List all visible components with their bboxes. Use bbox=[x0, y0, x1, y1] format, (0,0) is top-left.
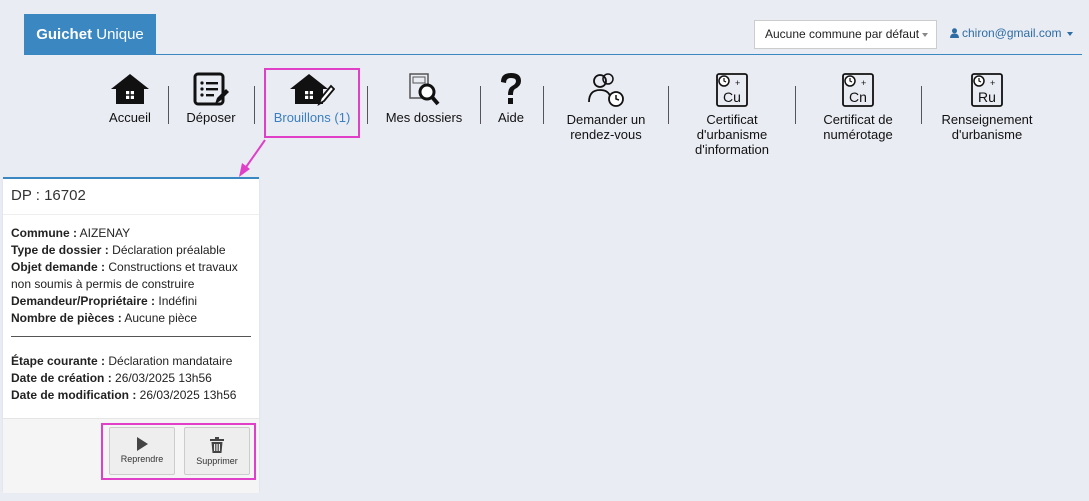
certificate-code: Ru bbox=[978, 89, 996, 105]
creation-row: Date de création : 26/03/2025 13h56 bbox=[11, 370, 251, 387]
nav-separator bbox=[921, 86, 922, 124]
demandeur-value: Indéfini bbox=[155, 294, 198, 308]
certificate-code: + bbox=[861, 78, 866, 88]
nav-label: Mes dossiers bbox=[385, 110, 463, 125]
user-menu[interactable]: chiron@gmail.com bbox=[950, 26, 1073, 40]
commune-select-value: Aucune commune par défaut bbox=[765, 27, 920, 41]
creation-value: 26/03/2025 13h56 bbox=[111, 371, 212, 385]
nav-renseignement-urbanisme[interactable]: + Ru Renseignement d'urbanisme bbox=[934, 72, 1040, 142]
certificate-code: + bbox=[990, 78, 995, 88]
certificate-ru-icon: +Ru bbox=[971, 73, 1003, 107]
type-label: Type de dossier : bbox=[11, 243, 109, 257]
nav-separator bbox=[668, 86, 669, 124]
nav-separator bbox=[480, 86, 481, 124]
nav-certificat-numerotage[interactable]: + Cn Certificat de numérotage bbox=[806, 72, 910, 142]
nav-label: Demander un rendez-vous bbox=[566, 112, 646, 142]
nav-label: Renseignement d'urbanisme bbox=[941, 112, 1033, 142]
commune-row: Commune : AIZENAY bbox=[11, 225, 251, 242]
certificate-code: Cu bbox=[723, 89, 741, 105]
nav-aide[interactable]: Aide bbox=[494, 72, 528, 125]
type-value: Déclaration préalable bbox=[108, 243, 226, 257]
user-email: chiron@gmail.com bbox=[962, 26, 1062, 40]
delete-button[interactable]: Supprimer bbox=[184, 427, 250, 475]
question-icon bbox=[501, 73, 521, 104]
type-row: Type de dossier : Déclaration préalable bbox=[11, 242, 251, 259]
draft-details: Commune : AIZENAY Type de dossier : Décl… bbox=[3, 215, 259, 404]
pieces-label: Nombre de pièces : bbox=[11, 311, 122, 325]
nav-rendez-vous[interactable]: Demander un rendez-vous bbox=[556, 72, 656, 142]
user-icon bbox=[950, 28, 959, 38]
etape-row: Étape courante : Déclaration mandataire bbox=[11, 353, 251, 370]
play-icon bbox=[137, 437, 148, 451]
etape-value: Déclaration mandataire bbox=[105, 354, 233, 368]
certificate-code: + bbox=[735, 78, 740, 88]
nav-separator bbox=[367, 86, 368, 124]
modif-label: Date de modification : bbox=[11, 388, 137, 402]
objet-label: Objet demande : bbox=[11, 260, 106, 274]
delete-label: Supprimer bbox=[196, 456, 238, 466]
nav-label: Aide bbox=[497, 110, 525, 125]
objet-row: Objet demande : Constructions et travaux… bbox=[11, 259, 251, 293]
etape-label: Étape courante : bbox=[11, 354, 106, 368]
chevron-down-icon bbox=[922, 33, 928, 37]
draft-title: DP : 16702 bbox=[3, 179, 259, 215]
resume-button[interactable]: Reprendre bbox=[109, 427, 175, 475]
commune-label: Commune : bbox=[11, 226, 77, 240]
resume-label: Reprendre bbox=[120, 454, 164, 464]
draft-card: DP : 16702 Commune : AIZENAY Type de dos… bbox=[3, 177, 259, 493]
certificate-code: Cn bbox=[849, 89, 867, 105]
pieces-value: Aucune pièce bbox=[121, 311, 198, 325]
commune-value: AIZENAY bbox=[77, 226, 131, 240]
annotation-arrow bbox=[239, 139, 266, 177]
trash-icon bbox=[210, 437, 224, 453]
chevron-down-icon bbox=[1066, 31, 1073, 36]
certificate-cn-icon: +Cn bbox=[842, 73, 874, 107]
nav-label: Certificat d'urbanisme d'information bbox=[694, 112, 770, 157]
demandeur-label: Demandeur/Propriétaire : bbox=[11, 294, 156, 308]
nav-certificat-urbanisme[interactable]: + Cu Certificat d'urbanisme d'information bbox=[678, 72, 786, 157]
modif-row: Date de modification : 26/03/2025 13h56 bbox=[11, 387, 251, 404]
modif-value: 26/03/2025 13h56 bbox=[136, 388, 237, 402]
users-clock-icon bbox=[588, 73, 624, 107]
nav-mes-dossiers[interactable]: Mes dossiers bbox=[380, 72, 468, 125]
folder-search-icon bbox=[409, 73, 440, 106]
card-divider bbox=[11, 336, 251, 337]
pieces-row: Nombre de pièces : Aucune pièce bbox=[11, 310, 251, 327]
commune-select[interactable]: Aucune commune par défaut bbox=[754, 20, 937, 49]
demandeur-row: Demandeur/Propriétaire : Indéfini bbox=[11, 293, 251, 310]
nav-label: Certificat de numérotage bbox=[823, 112, 893, 142]
nav-separator bbox=[795, 86, 796, 124]
nav-separator bbox=[543, 86, 544, 124]
creation-label: Date de création : bbox=[11, 371, 112, 385]
certificate-cu-icon: +Cu bbox=[716, 73, 748, 107]
